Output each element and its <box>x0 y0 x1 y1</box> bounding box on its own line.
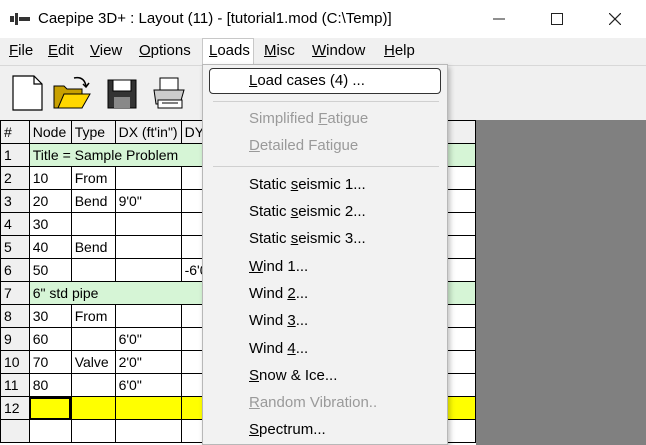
menu-item-wind-2[interactable]: Wind 2... <box>249 285 308 302</box>
menu-help[interactable]: Help <box>384 42 415 59</box>
menu-window[interactable]: Window <box>312 42 365 59</box>
loads-dropdown-menu: Load cases (4) ... Simplified Fatigue De… <box>202 64 448 445</box>
row-number-cell[interactable]: 6 <box>0 258 30 282</box>
menu-item-wind-3[interactable]: Wind 3... <box>249 312 308 329</box>
dx-cell[interactable] <box>114 304 182 328</box>
node-cell[interactable]: 60 <box>28 327 72 351</box>
row-number-cell[interactable]: 1 <box>0 143 30 167</box>
new-file-button[interactable] <box>8 74 48 112</box>
maximize-button[interactable] <box>528 0 586 38</box>
open-folder-icon <box>53 76 91 109</box>
row-number-cell[interactable]: 8 <box>0 304 30 328</box>
type-cell[interactable]: From <box>70 166 116 190</box>
menu-loads[interactable]: Loads <box>209 42 250 59</box>
col-header-num: # <box>0 120 30 144</box>
dx-cell[interactable] <box>114 212 182 236</box>
app-icon[interactable] <box>10 12 30 26</box>
node-cell[interactable]: 20 <box>28 189 72 213</box>
menu-item-simplified-fatigue: Simplified Fatigue <box>249 110 369 127</box>
maximize-icon <box>551 13 563 25</box>
menu-item-detailed-fatigue: Detailed Fatigue <box>249 137 359 154</box>
row-number-cell[interactable]: 7 <box>0 281 30 305</box>
type-cell[interactable] <box>70 396 116 420</box>
type-cell[interactable]: Bend <box>70 189 116 213</box>
col-header-dx[interactable]: DX (ft'in") <box>114 120 182 144</box>
print-icon <box>153 77 185 109</box>
minimize-button[interactable] <box>470 0 528 38</box>
close-button[interactable] <box>586 0 644 38</box>
col-header-node[interactable]: Node <box>28 120 72 144</box>
dx-cell[interactable] <box>114 258 182 282</box>
type-cell[interactable] <box>70 419 116 443</box>
menu-view[interactable]: View <box>90 42 122 59</box>
row-number-cell[interactable]: 9 <box>0 327 30 351</box>
dx-cell[interactable] <box>114 419 182 443</box>
menu-separator <box>213 166 439 167</box>
node-cell[interactable]: 70 <box>28 350 72 374</box>
dx-cell[interactable] <box>114 166 182 190</box>
node-cell[interactable]: 40 <box>28 235 72 259</box>
row-number-cell[interactable]: 4 <box>0 212 30 236</box>
type-cell[interactable] <box>70 327 116 351</box>
row-number-cell[interactable]: 2 <box>0 166 30 190</box>
menu-misc[interactable]: Misc <box>264 42 295 59</box>
type-cell[interactable] <box>70 212 116 236</box>
menu-file[interactable]: File <box>9 42 33 59</box>
dx-cell[interactable]: 2'0" <box>114 350 182 374</box>
menu-item-wind-1[interactable]: Wind 1... <box>249 258 308 275</box>
menu-item-static-seismic-1[interactable]: Static seismic 1... <box>249 176 366 193</box>
title-bar: Caepipe 3D+ : Layout (11) - [tutorial1.m… <box>0 0 646 38</box>
menu-item-spectrum[interactable]: Spectrum... <box>249 421 326 438</box>
menu-item-static-seismic-3[interactable]: Static seismic 3... <box>249 230 366 247</box>
type-cell[interactable]: Bend <box>70 235 116 259</box>
node-cell[interactable]: 10 <box>28 166 72 190</box>
node-cell[interactable] <box>28 419 72 443</box>
open-file-button[interactable] <box>52 74 92 112</box>
minimize-icon <box>493 18 505 20</box>
node-cell[interactable]: 30 <box>28 212 72 236</box>
row-number-cell[interactable]: 5 <box>0 235 30 259</box>
type-cell[interactable] <box>70 258 116 282</box>
node-cell[interactable] <box>28 396 72 420</box>
node-cell[interactable]: 80 <box>28 373 72 397</box>
save-file-button[interactable] <box>102 74 142 112</box>
dx-cell[interactable]: 9'0" <box>114 189 182 213</box>
window-title: Caepipe 3D+ : Layout (11) - [tutorial1.m… <box>38 10 392 27</box>
row-number-cell[interactable]: 11 <box>0 373 30 397</box>
row-number-cell[interactable]: 12 <box>0 396 30 420</box>
type-cell[interactable]: From <box>70 304 116 328</box>
menu-item-load-cases[interactable]: Load cases (4) ... <box>249 72 365 89</box>
dx-cell[interactable]: 6'0" <box>114 327 182 351</box>
menu-item-snow-ice[interactable]: Snow & Ice... <box>249 367 337 384</box>
new-file-icon <box>12 75 43 111</box>
type-cell[interactable] <box>70 373 116 397</box>
menu-separator <box>213 101 439 102</box>
row-number-cell[interactable] <box>0 419 30 443</box>
row-number-cell[interactable]: 10 <box>0 350 30 374</box>
dx-cell[interactable] <box>114 235 182 259</box>
dx-cell[interactable]: 6'0" <box>114 373 182 397</box>
node-cell[interactable]: 30 <box>28 304 72 328</box>
row-number-cell[interactable]: 3 <box>0 189 30 213</box>
col-header-type[interactable]: Type <box>70 120 116 144</box>
node-cell[interactable]: 50 <box>28 258 72 282</box>
close-icon <box>609 13 621 25</box>
menu-item-random-vibration: Random Vibration.. <box>249 394 378 411</box>
type-cell[interactable]: Valve <box>70 350 116 374</box>
menu-item-static-seismic-2[interactable]: Static seismic 2... <box>249 203 366 220</box>
menu-edit[interactable]: Edit <box>48 42 74 59</box>
mdi-background <box>476 120 646 445</box>
menu-options[interactable]: Options <box>139 42 191 59</box>
save-disk-icon <box>107 79 137 109</box>
dx-cell[interactable] <box>114 396 182 420</box>
menu-item-wind-4[interactable]: Wind 4... <box>249 340 308 357</box>
print-button[interactable] <box>150 74 190 112</box>
